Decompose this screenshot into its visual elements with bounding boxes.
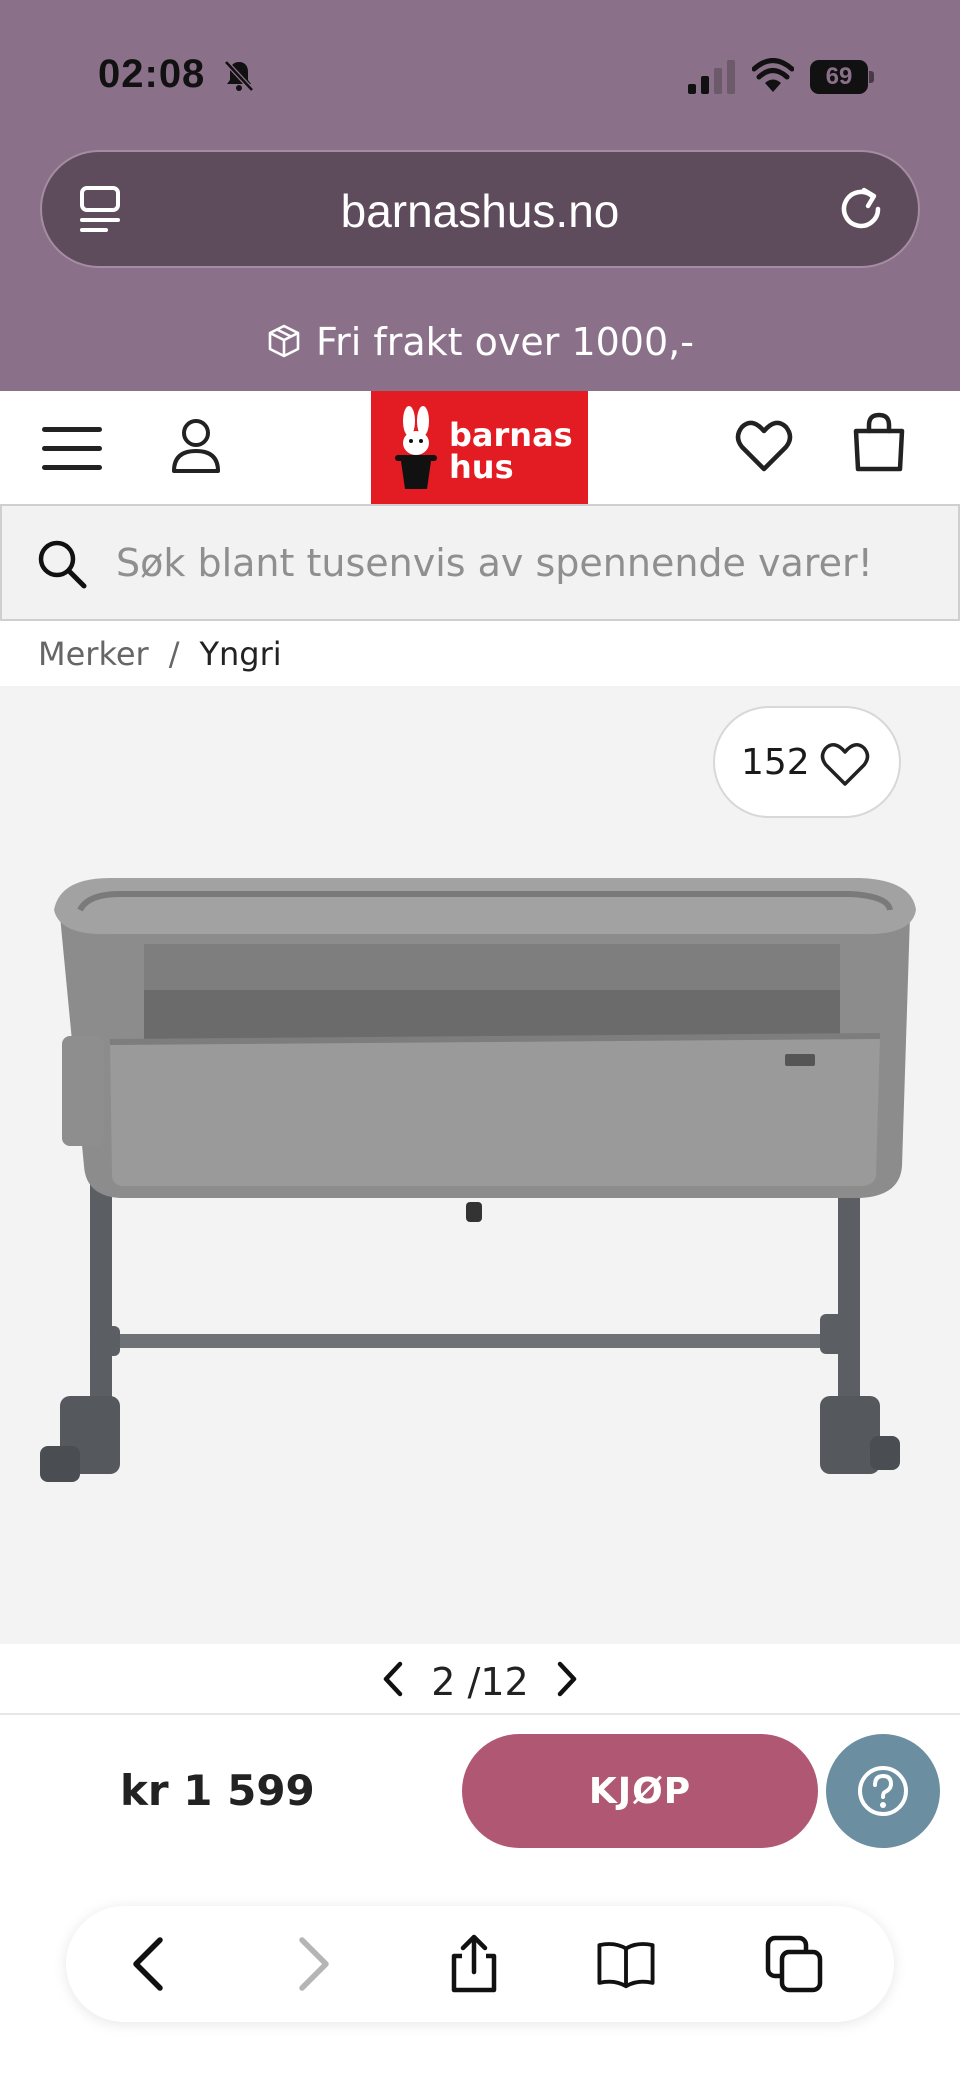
help-button[interactable] — [826, 1734, 940, 1848]
chevron-right-icon[interactable] — [550, 1660, 584, 1698]
logo-text-line2: hus — [449, 448, 514, 486]
status-bar: 02:08 69 — [0, 0, 960, 140]
share-icon[interactable] — [444, 1934, 504, 1994]
back-icon[interactable] — [120, 1934, 180, 1994]
breadcrumb-merker[interactable]: Merker — [38, 635, 149, 673]
help-question-icon — [858, 1766, 908, 1816]
image-pager: 2 /12 — [0, 1644, 960, 1714]
site-logo[interactable]: barnas hus — [371, 391, 588, 504]
product-price: kr 1 599 — [120, 1766, 315, 1815]
bell-muted-icon — [224, 60, 254, 92]
menu-icon[interactable] — [42, 427, 104, 475]
wishlist-count-button[interactable]: 152 — [713, 706, 901, 818]
heart-icon — [820, 743, 870, 786]
pager-separator: / — [467, 1660, 481, 1704]
breadcrumb: Merker / Yngri — [38, 624, 282, 684]
battery-level: 69 — [810, 60, 868, 94]
breadcrumb-yngri[interactable]: Yngri — [199, 635, 281, 673]
logo-text-line1: barnas — [449, 416, 573, 454]
browser-toolbar — [66, 1906, 894, 2022]
breadcrumb-separator: / — [168, 635, 180, 673]
user-account-icon[interactable] — [168, 413, 224, 477]
bunny-hat-logo-icon — [395, 406, 437, 489]
search-icon[interactable] — [36, 538, 88, 590]
buy-button[interactable]: KJØP — [462, 1734, 818, 1848]
status-time: 02:08 — [98, 52, 206, 96]
pager-current: 2 — [431, 1660, 456, 1704]
pager-total: 12 — [480, 1660, 529, 1704]
bedside-crib-image — [40, 878, 916, 1482]
divider — [0, 1713, 960, 1715]
promo-text: Fri frakt over 1000,- — [316, 320, 694, 364]
bookmarks-icon[interactable] — [596, 1934, 656, 1994]
wishlist-heart-icon[interactable] — [734, 415, 794, 477]
shipping-promo: Fri frakt over 1000,- — [0, 320, 960, 364]
forward-icon[interactable] — [282, 1934, 342, 1994]
browser-chrome: 02:08 69 barnashus.no Fri frakt over 100… — [0, 0, 960, 391]
shopping-bag-icon[interactable] — [850, 411, 908, 475]
cellular-signal-icon — [688, 60, 735, 94]
product-gallery[interactable]: 152 — [0, 686, 960, 1644]
search-input[interactable] — [116, 532, 936, 594]
site-header: barnas hus — [0, 391, 960, 504]
search-bar — [0, 504, 960, 621]
wishlist-count: 152 — [741, 742, 810, 783]
tabs-overview-icon[interactable] — [764, 1934, 824, 1994]
package-icon — [268, 324, 300, 358]
url-text[interactable]: barnashus.no — [42, 184, 918, 238]
battery-icon: 69 — [810, 60, 874, 94]
pager-position: 2 /12 — [410, 1660, 550, 1704]
reload-icon[interactable] — [834, 182, 888, 236]
wifi-icon — [752, 58, 794, 92]
address-bar[interactable]: barnashus.no — [40, 150, 920, 268]
chevron-left-icon[interactable] — [376, 1660, 410, 1698]
